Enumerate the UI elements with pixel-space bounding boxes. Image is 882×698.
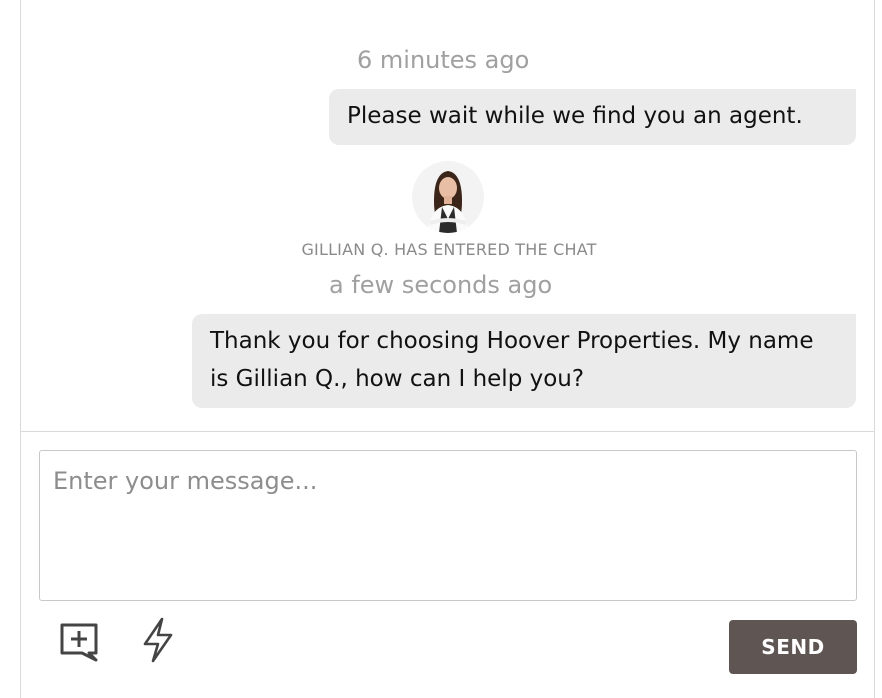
message-timestamp: a few seconds ago <box>329 271 553 299</box>
chat-panel: 6 minutes ago Please wait while we find … <box>20 0 875 698</box>
message-bubble: Please wait while we find you an agent. <box>329 89 856 145</box>
agent-joined-notice: GILLIAN Q. HAS ENTERED THE CHAT <box>301 240 597 259</box>
send-button[interactable]: SEND <box>729 620 857 674</box>
composer-divider <box>21 431 874 432</box>
message-bubble: Thank you for choosing Hoover Properties… <box>192 314 856 408</box>
message-plus-icon[interactable] <box>57 620 101 664</box>
agent-avatar <box>412 161 484 233</box>
lightning-bolt-icon[interactable] <box>136 617 180 663</box>
agent-avatar-image <box>412 161 484 233</box>
message-input[interactable] <box>39 450 857 601</box>
message-timestamp: 6 minutes ago <box>357 46 530 74</box>
